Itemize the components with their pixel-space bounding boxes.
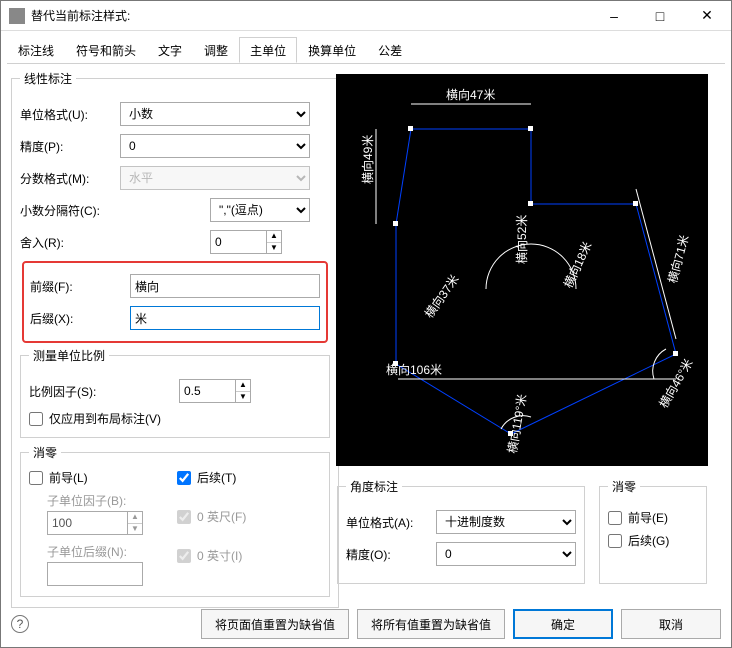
- svg-text:横向47米: 横向47米: [446, 87, 495, 102]
- spin-down-icon[interactable]: ▼: [236, 392, 250, 403]
- round-input[interactable]: [210, 230, 266, 254]
- linear-legend: 线性标注: [20, 70, 76, 87]
- angular-group: 角度标注 单位格式(A): 十进制度数 精度(O): 0: [337, 478, 585, 584]
- scale-legend: 测量单位比例: [29, 347, 109, 364]
- ok-button[interactable]: 确定: [513, 609, 613, 639]
- zero-legend: 消零: [29, 444, 61, 461]
- svg-text:横向18米: 横向18米: [560, 239, 594, 290]
- decimal-sep-select[interactable]: ","(逗点): [210, 198, 310, 222]
- cancel-button[interactable]: 取消: [621, 609, 721, 639]
- fraction-format-label: 分数格式(M):: [20, 170, 120, 187]
- decimal-sep-label: 小数分隔符(C):: [20, 202, 210, 219]
- svg-text:横向37米: 横向37米: [421, 272, 462, 321]
- unit-format-select[interactable]: 小数: [120, 102, 310, 126]
- spin-up-icon[interactable]: ▲: [236, 380, 250, 392]
- trailing-checkbox[interactable]: 后续(T): [177, 469, 246, 486]
- angular-trailing-checkbox[interactable]: 后续(G): [608, 532, 698, 549]
- scale-group: 测量单位比例 比例因子(S): ▲▼ 仅应用到布局标注(V): [20, 347, 330, 438]
- spin-down-icon[interactable]: ▼: [267, 243, 281, 254]
- angular-format-select[interactable]: 十进制度数: [436, 510, 576, 534]
- help-icon[interactable]: ?: [11, 615, 29, 633]
- spin-up-icon[interactable]: ▲: [267, 231, 281, 243]
- precision-select[interactable]: 0: [120, 134, 310, 158]
- suffix-label: 后缀(X):: [30, 310, 130, 327]
- angular-legend: 角度标注: [346, 478, 402, 495]
- sub-factor-label: 子单位因子(B):: [47, 492, 143, 509]
- reset-page-button[interactable]: 将页面值重置为缺省值: [201, 609, 349, 639]
- unit-format-label: 单位格式(U):: [20, 106, 120, 123]
- prefix-suffix-highlight: 前缀(F): 后缀(X):: [22, 261, 328, 343]
- minimize-button[interactable]: –: [591, 1, 637, 30]
- layout-only-checkbox[interactable]: 仅应用到布局标注(V): [29, 410, 321, 427]
- scale-factor-spinner[interactable]: ▲▼: [179, 379, 251, 403]
- tab-fit[interactable]: 调整: [193, 37, 239, 63]
- angular-zero-group: 消零 前导(E) 后续(G): [599, 478, 707, 584]
- sub-suffix-label: 子单位后缀(N):: [47, 543, 143, 560]
- feet-checkbox: 0 英尺(F): [177, 508, 246, 525]
- svg-text:横向49米: 横向49米: [360, 135, 375, 184]
- zero-group: 消零 前导(L) 子单位因子(B): ▲▼: [20, 444, 330, 597]
- angular-zero-legend: 消零: [608, 478, 640, 495]
- fraction-format-select: 水平: [120, 166, 310, 190]
- maximize-button[interactable]: □: [637, 1, 683, 30]
- angular-precision-select[interactable]: 0: [436, 542, 576, 566]
- svg-text:横向52米: 横向52米: [514, 215, 529, 264]
- reset-all-button[interactable]: 将所有值重置为缺省值: [357, 609, 505, 639]
- tab-tolerance[interactable]: 公差: [367, 37, 413, 63]
- tab-symbols[interactable]: 符号和箭头: [65, 37, 147, 63]
- tab-primary-units[interactable]: 主单位: [239, 37, 297, 63]
- suffix-input[interactable]: [130, 306, 320, 330]
- window-title: 替代当前标注样式:: [31, 7, 591, 24]
- tab-dimlines[interactable]: 标注线: [7, 37, 65, 63]
- round-spinner[interactable]: ▲▼: [210, 230, 282, 254]
- svg-text:横向71米: 横向71米: [664, 233, 691, 285]
- scale-factor-label: 比例因子(S):: [29, 383, 179, 400]
- prefix-input[interactable]: [130, 274, 320, 298]
- scale-factor-input[interactable]: [179, 379, 235, 403]
- app-icon: [9, 8, 25, 24]
- tab-text[interactable]: 文字: [147, 37, 193, 63]
- prefix-label: 前缀(F):: [30, 278, 130, 295]
- sub-factor-input: [47, 511, 127, 535]
- tab-alt-units[interactable]: 换算单位: [297, 37, 367, 63]
- angular-format-label: 单位格式(A):: [346, 514, 436, 531]
- linear-group: 线性标注 单位格式(U): 小数 精度(P): 0 分数格式(M): 水平 小数…: [11, 70, 339, 608]
- tab-bar: 标注线 符号和箭头 文字 调整 主单位 换算单位 公差: [7, 37, 725, 63]
- precision-label: 精度(P):: [20, 138, 120, 155]
- angular-precision-label: 精度(O):: [346, 546, 436, 563]
- svg-text:横向119°米: 横向119°米: [504, 393, 529, 455]
- angular-leading-checkbox[interactable]: 前导(E): [608, 509, 698, 526]
- sub-factor-spinner: ▲▼: [47, 511, 143, 535]
- preview-canvas: 横向47米 横向49米 横向52米 横向37米 横向18米 横向71米 横向10…: [336, 74, 708, 466]
- svg-text:横向46°米: 横向46°米: [656, 356, 696, 410]
- sub-suffix-input: [47, 562, 143, 586]
- round-label: 舍入(R):: [20, 234, 210, 251]
- inch-checkbox: 0 英寸(I): [177, 547, 246, 564]
- leading-checkbox[interactable]: 前导(L): [29, 469, 143, 486]
- svg-text:横向106米: 横向106米: [386, 362, 442, 377]
- close-button[interactable]: ✕: [683, 1, 731, 30]
